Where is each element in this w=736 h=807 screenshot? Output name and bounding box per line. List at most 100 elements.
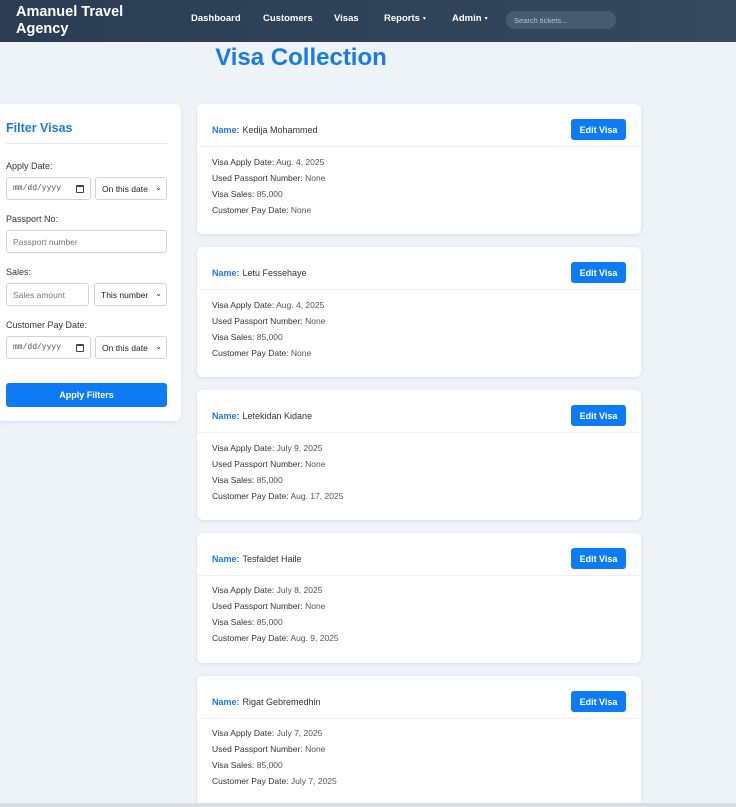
pay-date-label: Customer Pay Date: [212,776,289,786]
apply-date-label: Apply Date: [6,161,53,171]
pay-date-placeholder: mm/dd/yyyy [13,343,62,352]
apply-date-label: Visa Apply Date: [212,585,275,595]
page-bottom-edge [0,803,736,807]
edit-visa-button[interactable]: Edit Visa [571,548,626,569]
sales-input[interactable]: Sales amount [6,283,89,306]
apply-date-value: July 8, 2025 [276,585,323,595]
page-title: Visa Collection [215,44,387,71]
sales-line: Visa Sales: 85,000 [212,189,283,199]
sales-label: Visa Sales: [212,760,255,770]
nav-dashboard[interactable]: Dashboard [191,13,241,24]
visa-name: Name: Tesfaldet Haile [212,554,302,564]
pay-date-label: Customer Pay Date: [212,348,289,358]
name-label: Name: [212,554,240,564]
sales-label: Visa Sales: [212,475,255,485]
apply-date-line: Visa Apply Date: July 8, 2025 [212,585,322,595]
filter-divider [6,143,167,144]
passport-label: Used Passport Number: [212,316,303,326]
chevron-down-icon: ⌄ [155,183,162,192]
sales-line: Visa Sales: 85,000 [212,760,283,770]
chevron-down-icon: ⌄ [155,342,162,351]
visa-card: Name: Letu Fessehaye Edit Visa Visa Apply… [197,247,641,377]
pay-date-label: Customer Pay Date: [212,491,289,501]
name-value: Letu Fessehaye [242,268,307,278]
filter-panel: Filter Visas Apply Date: mm/dd/yyyy On t… [0,104,181,421]
name-value: Kedija Mohammed [242,125,318,135]
apply-date-field[interactable]: mm/dd/yyyy [6,177,91,200]
calendar-icon[interactable] [76,185,84,193]
sales-value: 85,000 [256,332,283,342]
chevron-down-icon: ▾ [422,16,426,22]
sales-label: Visa Sales: [212,189,255,199]
passport-placeholder: Passport number [13,236,78,247]
card-header: Name: Rigat Gebremedhin Edit Visa [197,676,641,719]
chevron-down-icon: ▾ [484,16,488,22]
edit-visa-button[interactable]: Edit Visa [571,691,626,712]
apply-date-label: Visa Apply Date: [212,300,275,310]
pay-date-label: Customer Pay Date: [212,205,289,215]
passport-line: Used Passport Number: None [212,601,325,611]
apply-date-value: July 7, 2025 [276,728,323,738]
apply-date-mode-select[interactable]: On this date ⌄ [95,177,167,200]
apply-date-line: Visa Apply Date: Aug. 4, 2025 [212,157,324,167]
visa-name: Name: Kedija Mohammed [212,125,318,135]
passport-line: Used Passport Number: None [212,459,325,469]
apply-date-value: July 9, 2025 [276,443,323,453]
passport-label: Used Passport Number: [212,173,303,183]
pay-date-line: Customer Pay Date: None [212,348,311,358]
sales-value: 85,000 [256,189,283,199]
passport-value: None [305,601,326,611]
pay-date-label: Customer Pay Date: [6,320,88,330]
brand-logo-text[interactable]: Amanuel Travel Agency [16,4,166,38]
sales-label: Sales: [6,267,32,277]
calendar-icon[interactable] [76,344,84,352]
sales-label: Visa Sales: [212,617,255,627]
visa-name: Name: Rigat Gebremedhin [212,697,321,707]
pay-date-value: Aug. 9, 2025 [290,633,339,643]
visa-card: Name: Letekidan Kidane Edit Visa Visa App… [197,390,641,520]
card-header: Name: Kedija Mohammed Edit Visa [197,104,641,147]
nav-admin-dropdown[interactable]: Admin ▾ [452,13,488,24]
sales-line: Visa Sales: 85,000 [212,475,283,485]
edit-visa-button[interactable]: Edit Visa [571,262,626,283]
apply-date-value: Aug. 4, 2025 [276,300,325,310]
name-label: Name: [212,411,240,421]
apply-date-value: Aug. 4, 2025 [276,157,325,167]
edit-visa-button[interactable]: Edit Visa [571,405,626,426]
edit-visa-button[interactable]: Edit Visa [571,119,626,140]
apply-date-label: Visa Apply Date: [212,728,275,738]
sales-line: Visa Sales: 85,000 [212,332,283,342]
name-value: Tesfaldet Haile [242,554,302,564]
pay-date-value: None [290,348,312,358]
sales-value: 85,000 [256,475,283,485]
search-input[interactable] [506,11,616,29]
nav-visas[interactable]: Visas [334,13,359,24]
sales-value: 85,000 [256,617,283,627]
passport-line: Used Passport Number: None [212,744,325,754]
sales-mode-select[interactable]: This number ⌄ [94,283,167,306]
sales-line: Visa Sales: 85,000 [212,617,283,627]
passport-label: Used Passport Number: [212,601,303,611]
passport-input[interactable]: Passport number [6,230,167,253]
passport-label: Used Passport Number: [212,459,303,469]
pay-date-line: Customer Pay Date: Aug. 17, 2025 [212,491,343,501]
name-value: Letekidan Kidane [242,411,313,421]
pay-date-value: July 7, 2025 [290,776,337,786]
apply-filters-button[interactable]: Apply Filters [6,383,167,407]
sales-value: 85,000 [256,760,283,770]
pay-date-field[interactable]: mm/dd/yyyy [6,336,91,359]
passport-label: Passport No: [6,214,59,224]
name-value: Rigat Gebremedhin [242,697,321,707]
nav-admin-label: Admin [452,13,482,24]
name-label: Name: [212,125,240,135]
sales-mode-value: This number [101,289,149,300]
pay-date-value: None [290,205,312,215]
passport-line: Used Passport Number: None [212,316,325,326]
pay-date-line: Customer Pay Date: Aug. 9, 2025 [212,633,339,643]
pay-date-mode-select[interactable]: On this date ⌄ [95,336,167,359]
visa-name: Name: Letekidan Kidane [212,411,312,421]
apply-date-label: Visa Apply Date: [212,443,275,453]
nav-reports-dropdown[interactable]: Reports ▾ [384,13,426,24]
nav-customers[interactable]: Customers [263,13,313,24]
card-header: Name: Tesfaldet Haile Edit Visa [197,533,641,576]
